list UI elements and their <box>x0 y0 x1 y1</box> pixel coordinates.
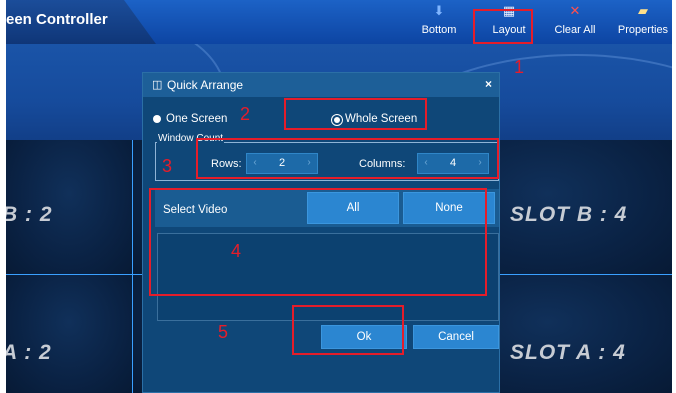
callout-number-2: 2 <box>240 104 251 124</box>
one-screen-label: One Screen <box>166 113 228 125</box>
dialog-title-bar[interactable]: ◫ Quick Arrange × <box>143 73 499 97</box>
properties-label: Properties <box>617 24 669 36</box>
cancel-button[interactable]: Cancel <box>413 325 499 349</box>
dialog-title: Quick Arrange <box>167 78 244 92</box>
screen-controller-app: een Controller ⬇ Bottom ▦ Layout ✕ Clear… <box>6 0 672 393</box>
callout-number-4: 4 <box>231 241 242 261</box>
properties-icon: ▰ <box>638 3 648 18</box>
callout-box-1 <box>473 9 533 44</box>
clear-all-button[interactable]: ✕ Clear All <box>546 2 604 42</box>
callout-number-3: 3 <box>162 156 173 176</box>
slot-label-a4: SLOT A : 4 <box>510 341 626 364</box>
window-icon: ◫ <box>152 79 163 91</box>
toolbar: een Controller ⬇ Bottom ▦ Layout ✕ Clear… <box>6 0 672 44</box>
close-icon[interactable]: × <box>485 77 492 91</box>
close-icon: ✕ <box>569 3 581 18</box>
slot-label-a2: A : 2 <box>6 341 52 364</box>
grid-line <box>132 140 133 393</box>
slot-label-b4: SLOT B : 4 <box>510 203 628 226</box>
grid-cell[interactable] <box>6 275 132 393</box>
app-title: een Controller <box>6 11 108 28</box>
bottom-label: Bottom <box>421 24 457 36</box>
properties-button[interactable]: ▰ Properties <box>614 2 672 42</box>
send-to-bottom-icon: ⬇ <box>433 3 445 18</box>
clear-all-label: Clear All <box>554 24 596 36</box>
callout-number-5: 5 <box>218 322 229 342</box>
callout-box-2 <box>284 98 427 130</box>
callout-box-4 <box>149 188 487 296</box>
callout-box-3 <box>196 138 499 179</box>
callout-box-5 <box>292 305 404 355</box>
callout-number-1: 1 <box>514 57 525 77</box>
radio-dot-icon <box>153 115 161 123</box>
slot-label-b2: B : 2 <box>6 203 53 226</box>
one-screen-radio[interactable]: One Screen <box>153 113 227 125</box>
bottom-button[interactable]: ⬇ Bottom <box>410 2 468 42</box>
